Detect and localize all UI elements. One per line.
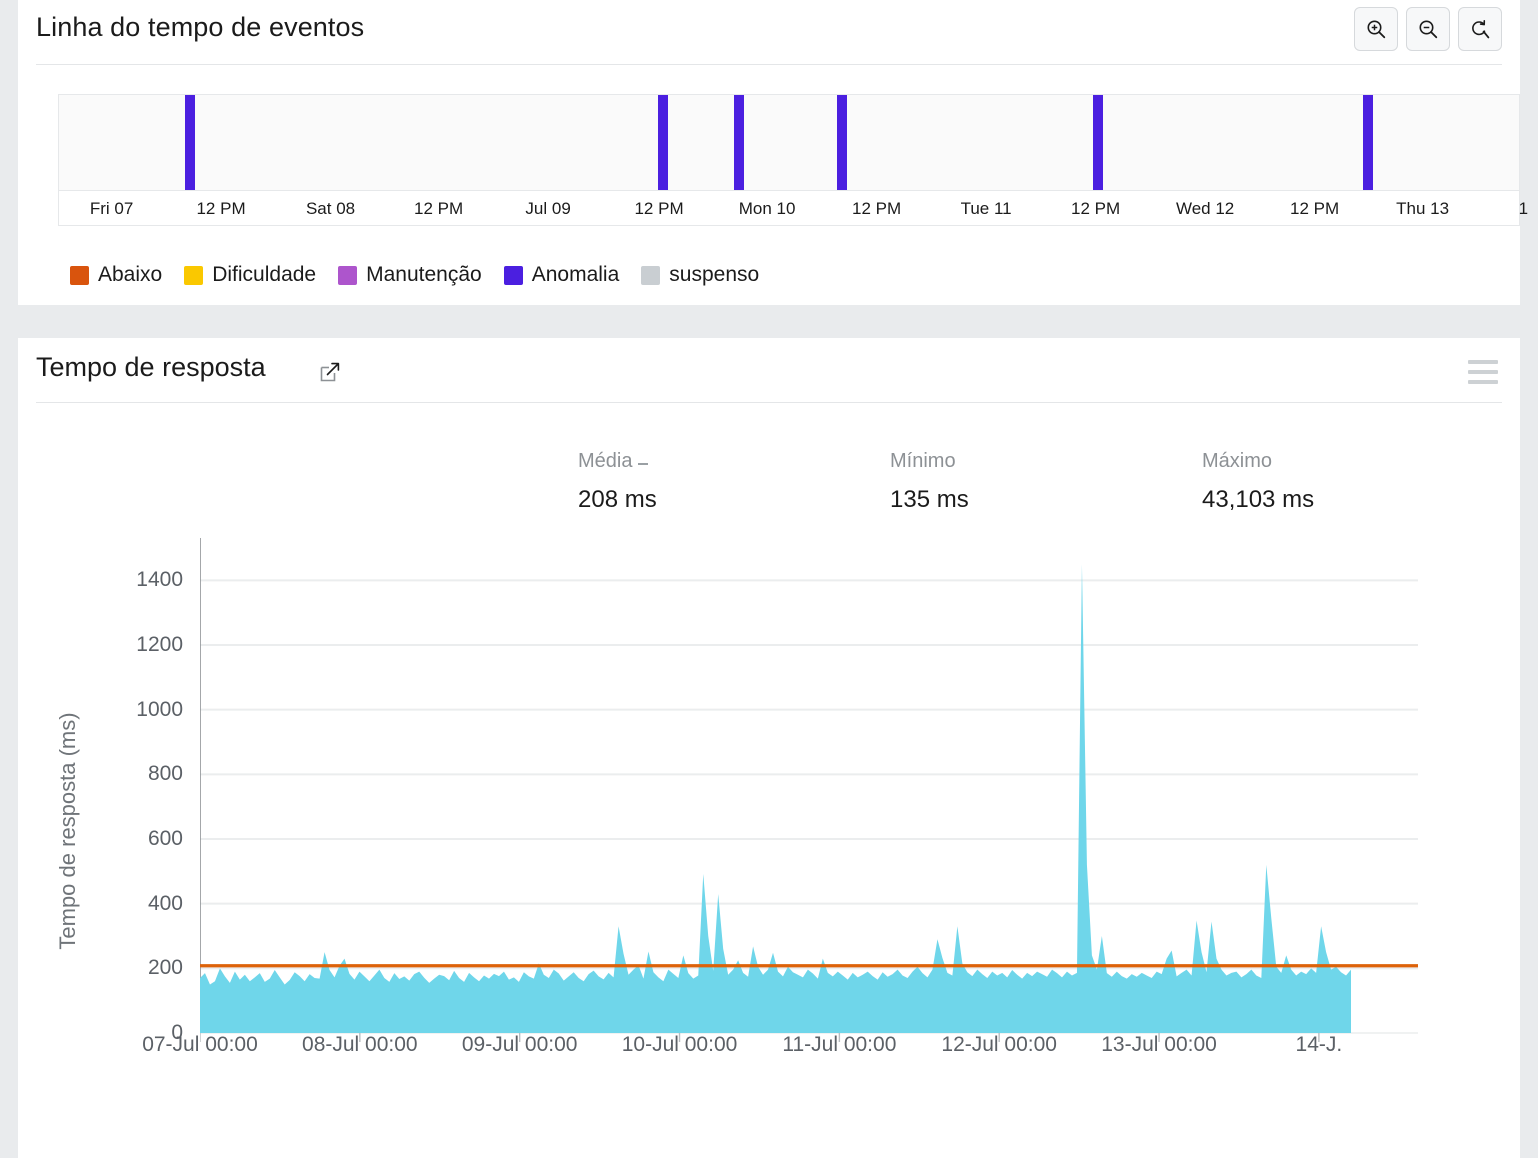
legend-color-swatch: [184, 265, 204, 285]
stat-label: Máximo: [1202, 450, 1273, 472]
timeline-event-marker[interactable]: [657, 95, 668, 190]
chart-svg: [199, 538, 1418, 1042]
media-threshold-dash: [638, 463, 649, 465]
legend-item[interactable]: Anomalia: [503, 263, 620, 287]
y-axis-tick: 1400: [136, 568, 183, 592]
zoom-out-button[interactable]: [1406, 7, 1450, 51]
stat-label: Média: [578, 450, 890, 473]
stat-média: Média 208 ms: [578, 450, 890, 514]
timeline-axis-tick: 12 PM: [196, 199, 246, 218]
timeline-axis-tick: Jul 09: [525, 199, 571, 218]
zoom-out-icon: [1417, 18, 1439, 40]
timeline-axis-tick: Tue 11: [960, 199, 1012, 218]
timeline-event-marker[interactable]: [733, 95, 744, 190]
y-axis-tick: 200: [147, 956, 183, 980]
timeline-axis-tick: 12 PM: [1290, 199, 1340, 218]
events-timeline-panel: Linha do tempo de eventos Fri 07 12 PM S…: [18, 0, 1528, 305]
timeline-axis-tick: Sat 08: [305, 199, 356, 218]
legend-item-label: Anomalia: [531, 263, 620, 286]
zoom-reset-button[interactable]: [1458, 7, 1502, 51]
legend-item[interactable]: Manutenção: [338, 263, 482, 287]
legend-item[interactable]: Abaixo: [70, 263, 162, 287]
external-link-icon[interactable]: [318, 360, 342, 389]
timeline-axis-tick: 12 PM: [1071, 199, 1121, 218]
hamburger-bar: [1468, 360, 1498, 364]
stat-value: 135 ms: [890, 486, 969, 513]
y-axis-tick: 800: [147, 762, 183, 786]
timeline-axis-tick: Thu 13: [1396, 199, 1450, 218]
timeline-axis-tick: Wed 12: [1175, 199, 1235, 218]
zoom-reset-icon: [1469, 18, 1491, 40]
hamburger-bar: [1468, 370, 1498, 374]
y-axis-tick: 600: [147, 827, 183, 850]
timeline-zoom-controls: [1354, 7, 1502, 51]
hamburger-menu-icon[interactable]: [1468, 360, 1498, 384]
timeline-event-marker[interactable]: [184, 95, 195, 190]
timeline-axis-tick: 12 PM: [852, 199, 902, 218]
legend-item[interactable]: Dificuldade: [184, 263, 316, 287]
legend-item-label: Manutenção: [366, 263, 482, 286]
stat-value: 43,103 ms: [1202, 486, 1315, 513]
timeline-axis-tick: 12 PM: [634, 199, 684, 218]
events-timeline-track[interactable]: [58, 94, 1520, 190]
stat-label: Mínimo: [890, 450, 956, 472]
timeline-event-marker[interactable]: [837, 95, 848, 190]
timeline-axis-tick: Fri 07: [89, 199, 134, 218]
response-panel-header: Tempo de resposta: [18, 338, 1520, 403]
stat-máximo: Máximo 43,103 ms: [1202, 450, 1514, 514]
legend-color-swatch: [70, 265, 89, 285]
legend-color-swatch: [338, 265, 358, 285]
timeline-event-marker[interactable]: [1362, 95, 1373, 190]
y-axis-tick: 0: [171, 1021, 183, 1044]
timeline-event-marker[interactable]: [1092, 95, 1103, 190]
legend-color-swatch: [641, 265, 661, 285]
zoom-in-button[interactable]: [1354, 7, 1398, 51]
timeline-axis-tick: 1: [1518, 199, 1529, 218]
legend-item-label: Abaixo: [98, 263, 163, 286]
hamburger-bar: [1468, 380, 1498, 384]
legend-item-label: suspenso: [669, 263, 760, 286]
header-divider: [36, 64, 1502, 65]
chart-plot-area[interactable]: [199, 528, 1418, 1158]
timeline-legend: Abaixo Dificuldade Manutenção Anomalia suspe…: [70, 263, 759, 287]
page-title: Linha do tempo de eventos: [36, 12, 365, 42]
response-panel-title: Tempo de resposta: [36, 352, 266, 382]
response-time-chart: Tempo de resposta (ms) 0 200 400 600 800 1000…: [18, 528, 1520, 1158]
timeline-panel-header: Linha do tempo de eventos: [18, 0, 1520, 65]
timeline-axis-tick: 12 PM: [414, 199, 464, 218]
area-series-tempo-de-resposta[interactable]: [200, 564, 1352, 1033]
stat-mínimo: Mínimo 135 ms: [890, 450, 1202, 514]
stat-value: 208 ms: [578, 486, 657, 513]
timeline-axis-tick: Mon 10: [738, 199, 796, 218]
header-divider: [36, 402, 1502, 403]
y-axis-tick: 400: [147, 891, 183, 915]
response-time-panel: Tempo de resposta Média 208 ms Mínimo 135 m…: [18, 338, 1520, 1158]
legend-color-swatch: [503, 265, 523, 285]
y-axis-tick: 1000: [136, 697, 183, 721]
zoom-in-icon: [1365, 18, 1387, 40]
dashboard-root: Linha do tempo de eventos Fri 07 12 PM S…: [0, 0, 1538, 1158]
timeline-x-axis: Fri 07 12 PM Sat 08 12 PM Jul 09 12 PM Mon 10 1…: [58, 190, 1528, 226]
y-axis-tick: 1200: [136, 633, 183, 656]
y-axis-ticks: 0 200 400 600 800 1000 1200 1400: [78, 528, 183, 1158]
legend-item-label: Dificuldade: [212, 263, 317, 286]
response-stats: Média 208 ms Mínimo 135 ms Máximo 43,103 ms: [578, 450, 1514, 514]
legend-item[interactable]: suspenso: [641, 263, 759, 287]
